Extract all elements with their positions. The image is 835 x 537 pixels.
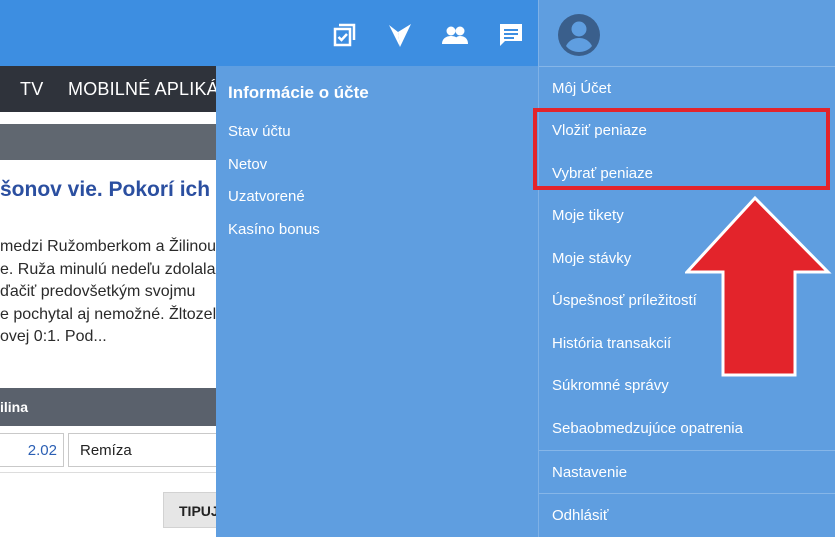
- menu-item-self-limits[interactable]: Sebaobmedzujúce opatrenia: [552, 420, 743, 437]
- menu-divider: [539, 66, 835, 67]
- menu-item-logout[interactable]: Odhlásiť: [552, 507, 608, 524]
- tickets-icon[interactable]: [332, 21, 360, 49]
- excerpt-line: ďačiť predovšetkým svojmu: [0, 283, 196, 300]
- menu-item-success-rate[interactable]: Úspešnosť príležitostí: [552, 292, 697, 309]
- nav-item-mobile-apps[interactable]: MOBILNÉ APLIKÁCIE: [68, 79, 216, 100]
- odds-value: 2.02: [27, 442, 57, 459]
- page: TV MOBILNÉ APLIKÁCIE šonov vie. Pokorí i…: [0, 0, 835, 537]
- people-icon[interactable]: [441, 21, 469, 49]
- menu-divider: [539, 493, 835, 494]
- chat-icon[interactable]: [497, 21, 525, 49]
- account-item-casino-bonus[interactable]: Kasíno bonus: [228, 221, 320, 238]
- main-nav: TV MOBILNÉ APLIKÁCIE: [0, 66, 216, 112]
- article-headline[interactable]: šonov vie. Pokorí ich: [0, 178, 216, 202]
- excerpt-line: medzi Ružomberkom a Žilinou: [0, 238, 216, 255]
- menu-item-private-messages[interactable]: Súkromné správy: [552, 377, 669, 394]
- account-circle-icon[interactable]: [557, 13, 601, 57]
- bet-check-icon[interactable]: [386, 21, 414, 49]
- odds-team-label: ilina: [0, 399, 29, 415]
- odds-home-box[interactable]: 2.02: [0, 433, 64, 467]
- excerpt-line: e pochytal aj nemožné. Žltozelení: [0, 305, 216, 323]
- odds-header: ilina: [0, 388, 216, 426]
- menu-item-my-tickets[interactable]: Moje tikety: [552, 207, 624, 224]
- highlight-box: [533, 108, 830, 190]
- menu-item-my-account[interactable]: Môj Účet: [552, 80, 611, 97]
- menu-divider: [539, 450, 835, 451]
- tip-button[interactable]: TIPUJ: [163, 492, 223, 528]
- excerpt-line: ovej 0:1. Pod...: [0, 328, 107, 345]
- odds-draw-box[interactable]: Remíza: [68, 433, 228, 467]
- nav-item-tv[interactable]: TV: [20, 79, 43, 100]
- account-item-balance[interactable]: Stav účtu: [228, 123, 291, 140]
- odds-draw-label: Remíza: [80, 442, 132, 459]
- section-header-bar: [0, 124, 216, 160]
- tip-button-label: TIPUJ: [179, 503, 219, 519]
- menu-item-my-bets[interactable]: Moje stávky: [552, 250, 631, 267]
- excerpt-line: e. Ruža minulú nedeľu zdolala: [0, 260, 216, 278]
- account-info-panel: Informácie o účte Stav účtu Netov Uzatvo…: [216, 66, 538, 537]
- divider: [0, 472, 216, 473]
- up-arrow-icon: [685, 195, 832, 377]
- menu-item-transaction-history[interactable]: História transakcií: [552, 335, 671, 352]
- menu-item-settings[interactable]: Nastavenie: [552, 464, 627, 481]
- account-info-title: Informácie o účte: [228, 83, 369, 102]
- account-item-closed[interactable]: Uzatvorené: [228, 188, 305, 205]
- account-item-netov[interactable]: Netov: [228, 156, 267, 173]
- article-excerpt: medzi Ružomberkom a Žilinou e. Ruža minu…: [0, 236, 216, 349]
